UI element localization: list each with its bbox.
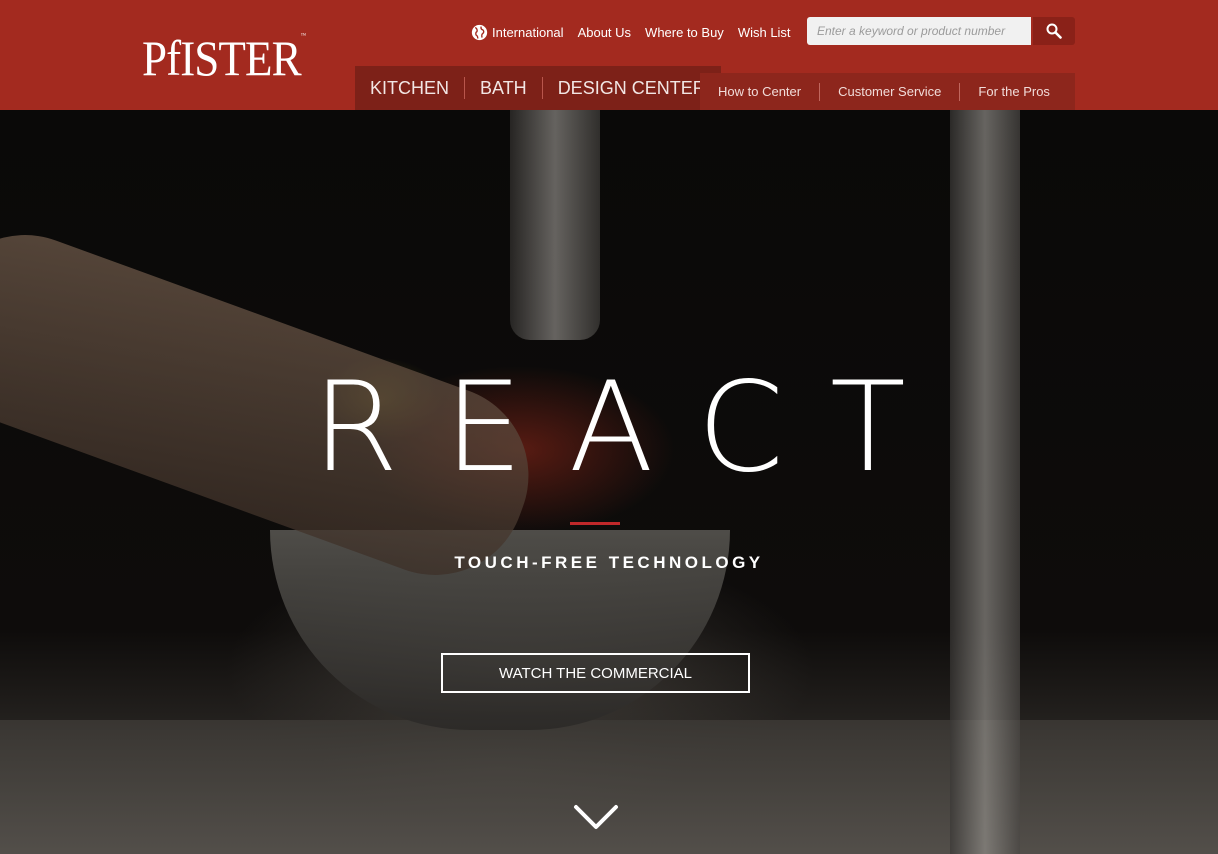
main-nav-kitchen[interactable]: KITCHEN bbox=[355, 77, 464, 99]
sub-nav-for-the-pros[interactable]: For the Pros bbox=[959, 82, 1068, 101]
watch-commercial-button[interactable]: WATCH THE COMMERCIAL bbox=[441, 653, 750, 693]
globe-icon bbox=[471, 24, 488, 41]
hero-accent-rule bbox=[570, 522, 620, 525]
pfister-logo[interactable]: PfISTER™ bbox=[142, 33, 306, 83]
search-input[interactable] bbox=[807, 17, 1031, 45]
main-nav-bath[interactable]: BATH bbox=[464, 77, 542, 99]
logo-text: PfISTER bbox=[142, 30, 302, 86]
main-nav: KITCHEN BATH DESIGN CENTER bbox=[355, 66, 721, 110]
logo-trademark: ™ bbox=[300, 33, 307, 39]
search-bar bbox=[807, 17, 1075, 45]
site-header: PfISTER™ International About Us Where to… bbox=[0, 0, 1218, 110]
utility-nav: International About Us Where to Buy Wish… bbox=[471, 24, 791, 41]
where-to-buy-link[interactable]: Where to Buy bbox=[645, 25, 724, 40]
international-link[interactable]: International bbox=[471, 24, 564, 41]
hero-content: REACT TOUCH-FREE TECHNOLOGY WATCH THE CO… bbox=[0, 110, 1218, 854]
main-nav-design-center[interactable]: DESIGN CENTER bbox=[541, 77, 721, 99]
secondary-nav: How to Center Customer Service For the P… bbox=[700, 73, 1075, 110]
wish-list-link[interactable]: Wish List bbox=[738, 25, 791, 40]
hero-banner: REACT TOUCH-FREE TECHNOLOGY WATCH THE CO… bbox=[0, 110, 1218, 854]
search-icon bbox=[1046, 23, 1062, 39]
chevron-down-icon[interactable] bbox=[573, 802, 619, 832]
hero-tagline: TOUCH-FREE TECHNOLOGY bbox=[454, 553, 764, 572]
about-us-link[interactable]: About Us bbox=[578, 25, 631, 40]
search-button[interactable] bbox=[1033, 17, 1075, 45]
sub-nav-how-to-center[interactable]: How to Center bbox=[700, 83, 819, 101]
sub-nav-customer-service[interactable]: Customer Service bbox=[819, 82, 959, 101]
international-label: International bbox=[492, 25, 564, 40]
hero-headline: REACT bbox=[312, 356, 952, 500]
